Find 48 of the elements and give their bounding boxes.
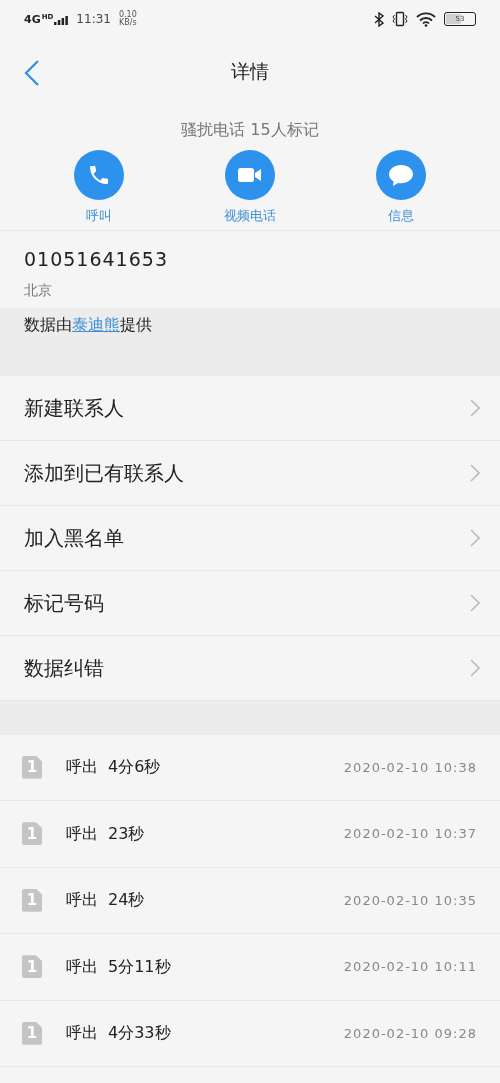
source-suffix: 提供 (120, 313, 152, 336)
call-duration: 4分6秒 (108, 756, 161, 779)
sim-card-icon: 1 (22, 888, 42, 912)
call-duration: 5分11秒 (108, 955, 171, 978)
call-duration: 23秒 (108, 822, 145, 845)
phone-icon (87, 163, 111, 187)
spam-tag: 骚扰电话 15人标记 (181, 118, 319, 142)
vibrate-icon (392, 11, 408, 27)
bluetooth-icon (374, 11, 384, 27)
sim-card-icon: 1 (22, 822, 42, 846)
call-type: 呼出 (66, 756, 98, 779)
back-icon (24, 60, 40, 86)
chevron-right-icon (470, 593, 480, 612)
call-log-row[interactable]: 1 呼出 5分11秒 2020-02-10 10:11 (0, 934, 500, 1001)
chevron-right-icon (470, 658, 480, 677)
call-duration: 24秒 (108, 889, 145, 912)
call-log-row[interactable]: 1 呼出 23秒 2020-02-10 10:37 (0, 801, 500, 868)
network-speed: 0.10 (118, 11, 137, 19)
video-camera-icon (237, 165, 263, 185)
call-type: 呼出 (66, 822, 98, 845)
speed-unit: KB/s (118, 19, 137, 27)
status-time: 11:31 (76, 11, 111, 28)
wifi-icon (416, 11, 436, 27)
page-title: 详情 (231, 58, 269, 84)
phone-number: 01051641653 (24, 247, 169, 272)
chevron-right-icon (470, 398, 480, 417)
call-time: 2020-02-10 10:35 (343, 891, 477, 910)
call-duration: 4分33秒 (108, 1022, 171, 1045)
sim-card-icon: 1 (22, 755, 42, 779)
call-log-row[interactable]: 1 呼出 24秒 2020-02-10 10:35 (0, 867, 500, 934)
call-log-row[interactable]: 1 呼出 4分33秒 2020-02-10 09:28 (0, 1000, 500, 1067)
call-time: 2020-02-10 10:11 (343, 958, 477, 976)
call-time: 2020-02-10 10:38 (343, 758, 477, 777)
call-type: 呼出 (66, 889, 98, 912)
chevron-right-icon (470, 463, 480, 482)
chevron-right-icon (470, 528, 480, 547)
speech-bubble-icon (387, 162, 415, 188)
call-log-row[interactable]: 1 呼出 4分6秒 2020-02-10 10:38 (0, 734, 500, 801)
call-type: 呼出 (66, 955, 98, 978)
signal-icon (54, 15, 69, 25)
network-label: 4G (24, 13, 41, 25)
source-prefix: 数据由 (24, 313, 72, 336)
call-time: 2020-02-10 10:37 (343, 825, 477, 843)
sim-card-icon: 1 (22, 1021, 42, 1045)
sim-card-icon: 1 (22, 955, 42, 979)
call-time: 2020-02-10 09:28 (343, 1024, 477, 1043)
call-type: 呼出 (66, 1022, 98, 1045)
number-location: 北京 (24, 280, 53, 300)
